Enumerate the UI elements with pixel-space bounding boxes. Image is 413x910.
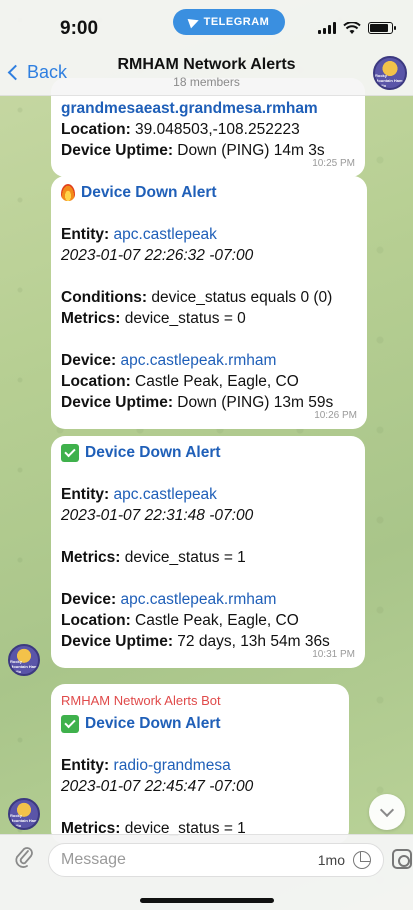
sender-avatar[interactable]: Rocky Mountain Ham Radio <box>8 644 40 676</box>
alert-title: Device Down Alert <box>81 184 217 201</box>
sender-name[interactable]: RMHAM Network Alerts Bot <box>61 690 339 711</box>
message-time: 10:31 PM <box>312 649 355 660</box>
device-label: Device: <box>61 352 117 369</box>
location-value: 39.048503,-108.252223 <box>130 121 300 138</box>
metrics-label: Metrics: <box>61 310 121 327</box>
location-label: Location: <box>61 121 131 138</box>
chevron-left-icon <box>7 64 24 81</box>
wifi-icon <box>343 21 361 34</box>
telegram-pill[interactable]: TELEGRAM <box>173 9 285 35</box>
device-label: Device: <box>61 591 117 608</box>
chevron-down-icon <box>379 802 395 817</box>
autodelete-timer[interactable]: 1mo <box>318 852 345 868</box>
device-link[interactable]: apc.castlepeak.rmham <box>120 591 276 608</box>
device-link[interactable]: grandmesaeast.grandmesa.rmham <box>61 100 318 117</box>
location-label: Location: <box>61 612 131 629</box>
metrics-value: device_status = 0 <box>120 310 246 327</box>
back-label: Back <box>27 62 68 82</box>
uptime-label: Device Uptime: <box>61 633 173 650</box>
member-count: 18 members <box>173 75 240 89</box>
chat-avatar[interactable]: Rocky Mountain Ham Radio <box>373 56 407 90</box>
attach-icon[interactable] <box>14 845 34 869</box>
message-time: 10:26 PM <box>314 410 357 421</box>
uptime-label: Device Uptime: <box>61 394 173 411</box>
uptime-value: Down (PING) 13m 59s <box>172 394 334 411</box>
chat-title-area[interactable]: RMHAM Network Alerts 18 members <box>100 56 313 89</box>
scroll-down-button[interactable] <box>369 794 405 830</box>
battery-icon <box>368 22 396 34</box>
metrics-label: Metrics: <box>61 549 121 566</box>
conditions-value: device_status equals 0 (0) <box>147 289 333 306</box>
entity-link[interactable]: apc.castlepeak <box>114 226 217 243</box>
entity-link[interactable]: radio-grandmesa <box>114 757 231 774</box>
telegram-icon <box>187 15 201 29</box>
fire-icon <box>61 184 75 201</box>
alert-timestamp: 2023-01-07 22:45:47 -07:00 <box>61 778 254 795</box>
location-label: Location: <box>61 373 131 390</box>
metrics-value: device_status = 1 <box>120 549 246 566</box>
check-icon <box>61 443 79 462</box>
alert-timestamp: 2023-01-07 22:26:32 -07:00 <box>61 247 254 264</box>
message-bubble[interactable]: Device Down Alert Entity: apc.castlepeak… <box>51 436 365 668</box>
message-time: 10:25 PM <box>312 158 355 169</box>
avatar-text: Rocky Mountain Ham Radio <box>10 659 38 674</box>
uptime-value: Down (PING) 14m 3s <box>172 142 325 159</box>
message-bubble[interactable]: RMHAM Network Alerts Bot Device Down Ale… <box>51 684 349 844</box>
device-link[interactable]: apc.castlepeak.rmham <box>120 352 276 369</box>
message-bubble[interactable]: Device Down Alert Entity: apc.castlepeak… <box>51 176 367 429</box>
sender-avatar[interactable]: Rocky Mountain Ham Radio <box>8 798 40 830</box>
system-icons <box>318 21 396 34</box>
check-icon <box>61 714 79 733</box>
location-value: Castle Peak, Eagle, CO <box>130 373 299 390</box>
uptime-value: 72 days, 13h 54m 36s <box>172 633 330 650</box>
alert-timestamp: 2023-01-07 22:31:48 -07:00 <box>61 507 254 524</box>
message-input[interactable]: Message 1mo <box>48 843 384 877</box>
back-button[interactable]: Back <box>7 62 68 83</box>
uptime-label: Device Uptime: <box>61 142 173 159</box>
alert-title: Device Down Alert <box>85 715 221 732</box>
signal-icon <box>318 22 336 34</box>
status-time: 9:00 <box>60 18 99 39</box>
entity-label: Entity: <box>61 226 110 243</box>
entity-link[interactable]: apc.castlepeak <box>114 486 217 503</box>
chat-title: RMHAM Network Alerts <box>117 56 296 73</box>
alert-title: Device Down Alert <box>85 444 221 461</box>
avatar-text: Rocky Mountain Ham Radio <box>375 73 403 88</box>
sticker-icon[interactable] <box>353 851 371 869</box>
entity-label: Entity: <box>61 486 110 503</box>
status-bar: 9:00 TELEGRAM <box>0 0 413 52</box>
conditions-label: Conditions: <box>61 289 148 306</box>
camera-icon[interactable] <box>392 849 412 869</box>
home-indicator <box>140 898 274 903</box>
telegram-label: TELEGRAM <box>203 16 270 28</box>
location-value: Castle Peak, Eagle, CO <box>130 612 299 629</box>
avatar-text: Rocky Mountain Ham Radio <box>10 813 38 828</box>
chat-header: Back RMHAM Network Alerts 18 members Roc… <box>0 52 413 96</box>
message-placeholder: Message <box>61 851 126 868</box>
entity-label: Entity: <box>61 757 110 774</box>
